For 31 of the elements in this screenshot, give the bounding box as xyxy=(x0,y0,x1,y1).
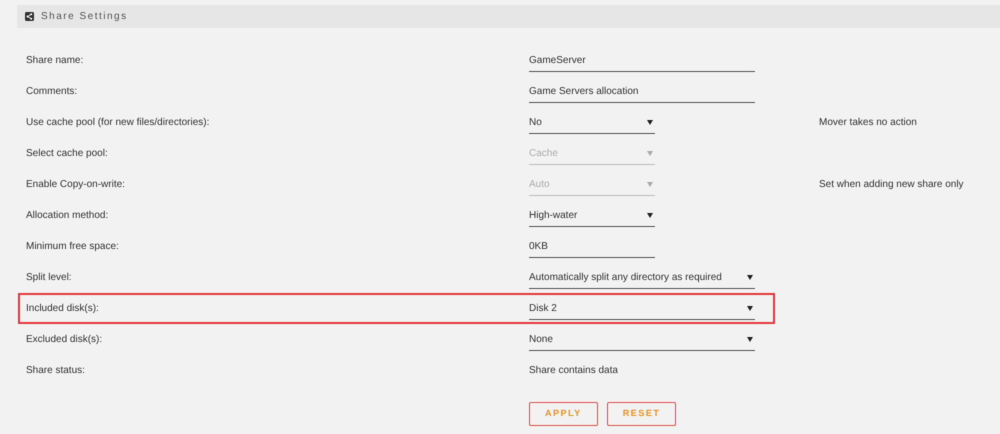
caret-icon xyxy=(647,120,653,124)
caret-icon xyxy=(747,274,753,280)
caret-icon xyxy=(747,336,753,342)
field-label: Share status: xyxy=(26,364,86,378)
note-text: Set when adding new share only xyxy=(819,178,964,192)
field-label: Excluded disk(s): xyxy=(26,333,104,347)
dropdown[interactable]: None xyxy=(529,328,755,350)
input-field[interactable]: 0KB xyxy=(529,236,655,258)
note-text: Mover takes no action xyxy=(819,116,917,130)
field-label: Minimum free space: xyxy=(26,240,120,254)
field-label: Use cache pool (for new files/directories): xyxy=(26,116,210,130)
panel-title: Share Settings xyxy=(41,10,128,24)
input-field[interactable]: Game Servers allocation xyxy=(529,80,755,102)
field-label: Share name: xyxy=(26,54,84,68)
dropdown[interactable]: High-water xyxy=(529,204,655,226)
field-label: Comments: xyxy=(26,85,78,99)
caret-icon xyxy=(647,182,653,186)
caret-icon xyxy=(647,150,653,156)
field-label: Select cache pool: xyxy=(26,147,109,161)
field-label: Allocation method: xyxy=(26,209,110,223)
status-text: Share contains data xyxy=(529,364,618,378)
caret-icon xyxy=(647,212,653,218)
field-label: Enable Copy-on-write: xyxy=(26,178,126,192)
field-label: Included disk(s): xyxy=(26,302,100,316)
dropdown[interactable]: No xyxy=(529,112,655,134)
caret-icon xyxy=(747,306,753,310)
share-icon xyxy=(25,12,34,21)
field-label: Split level: xyxy=(26,271,73,285)
dropdown[interactable]: Disk 2 xyxy=(529,298,755,320)
dropdown[interactable]: Automatically split any directory as required xyxy=(529,266,755,288)
input-field[interactable]: GameServer xyxy=(529,50,755,72)
